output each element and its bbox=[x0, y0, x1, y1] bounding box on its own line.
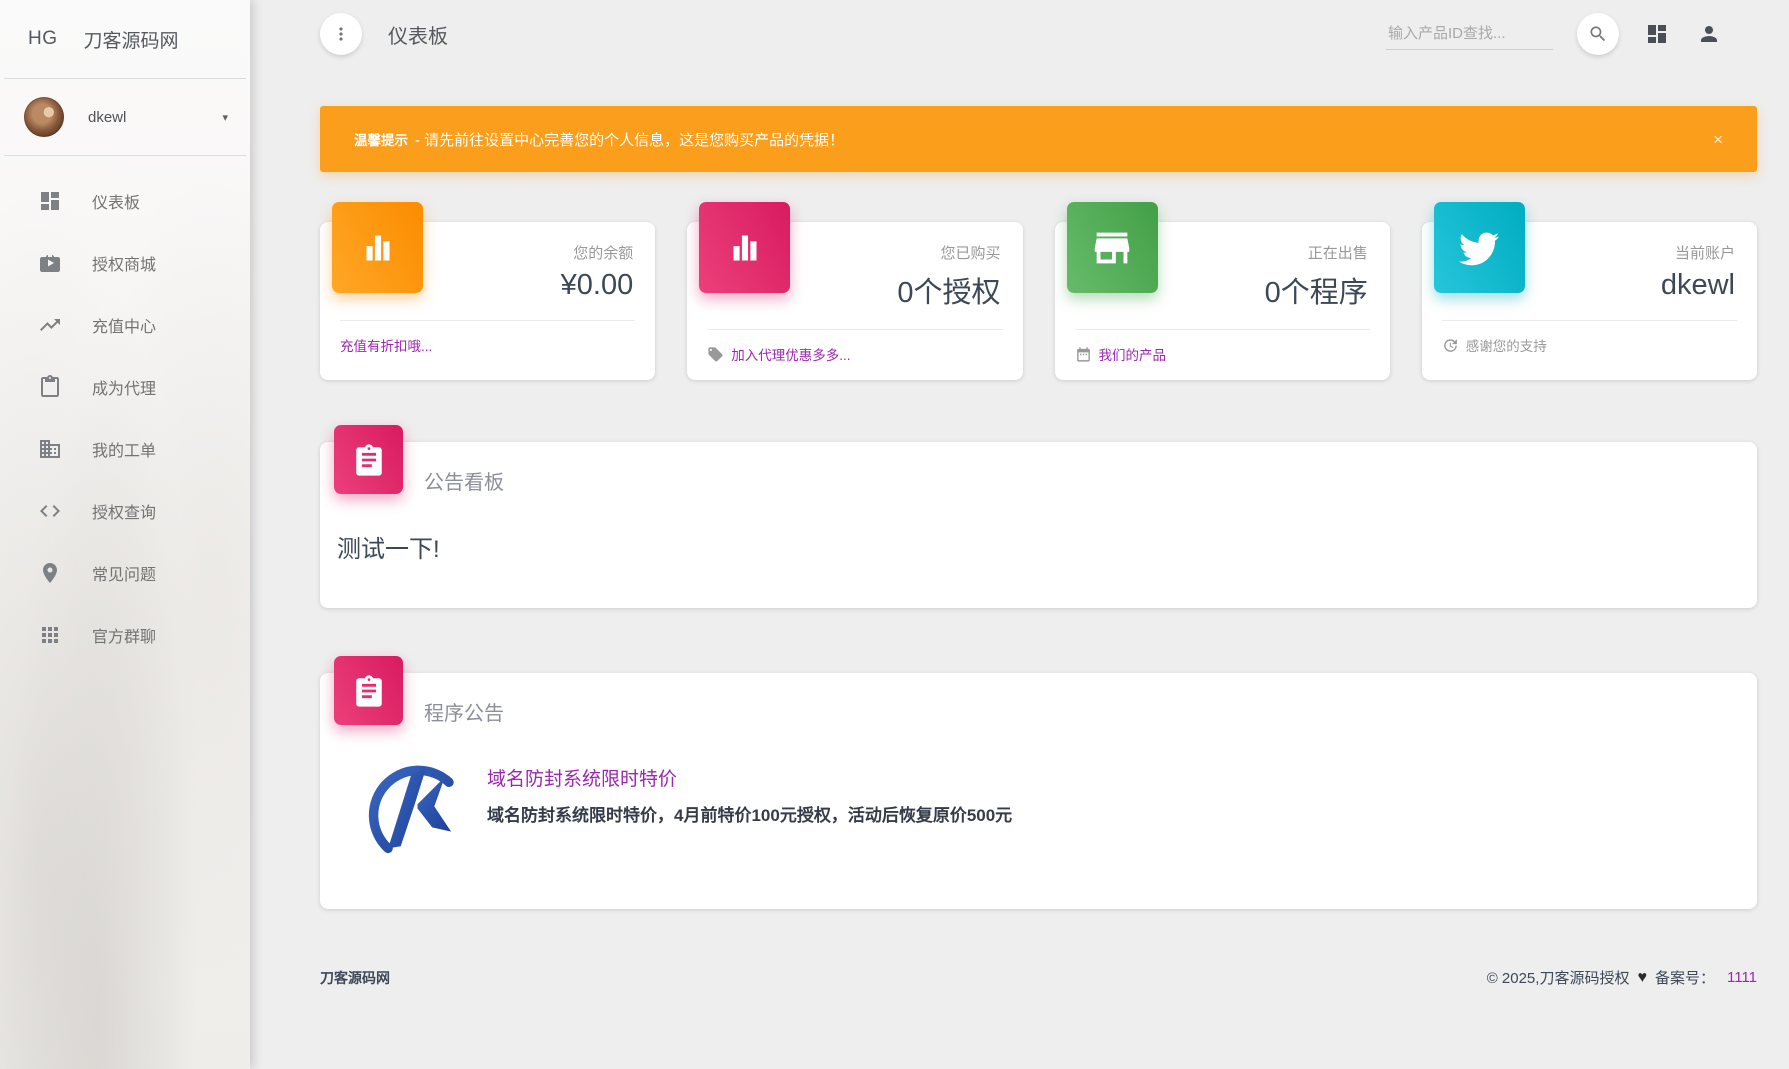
stat-card-selling: 正在出售 0个程序 我们的产品 bbox=[1055, 222, 1390, 380]
stat-footer-note: 感谢您的支持 bbox=[1422, 321, 1757, 371]
footer-copyright: © 2025,刀客源码授权 bbox=[1487, 967, 1630, 988]
page-footer: 刀客源码网 © 2025,刀客源码授权 ♥ 备案号： 1111 bbox=[320, 967, 1757, 1040]
sidebar-item-license-query[interactable]: 授权查询 bbox=[0, 480, 250, 542]
footer-right: © 2025,刀客源码授权 ♥ 备案号： 1111 bbox=[1487, 967, 1757, 988]
more-vert-icon bbox=[331, 24, 351, 44]
stat-cards-row: 您的余额 ¥0.00 充值有折扣哦... 您已购买 0个授权 加入代理优惠多多.… bbox=[320, 222, 1757, 380]
brand-logo-mini: HG bbox=[28, 28, 58, 50]
sidebar-item-recharge[interactable]: 充值中心 bbox=[0, 294, 250, 356]
user-name: dkewl bbox=[88, 109, 126, 126]
search-input[interactable] bbox=[1386, 18, 1553, 50]
stat-footer-link[interactable]: 加入代理优惠多多... bbox=[687, 330, 1022, 380]
user-menu[interactable]: dkewl ▾ bbox=[0, 79, 250, 155]
sidebar-item-tickets[interactable]: 我的工单 bbox=[0, 418, 250, 480]
pin-icon bbox=[38, 561, 62, 585]
search-button[interactable] bbox=[1577, 13, 1619, 55]
board-title: 公告看板 bbox=[424, 466, 504, 495]
stat-footer-text: 加入代理优惠多多... bbox=[731, 344, 850, 364]
stat-footer-link[interactable]: 充值有折扣哦... bbox=[320, 321, 655, 371]
sidebar-item-group-chat[interactable]: 官方群聊 bbox=[0, 604, 250, 666]
stat-icon-box bbox=[1067, 202, 1158, 293]
stat-card-balance: 您的余额 ¥0.00 充值有折扣哦... bbox=[320, 222, 655, 380]
store-icon bbox=[1089, 225, 1135, 271]
clipboard-icon bbox=[352, 443, 386, 477]
board-title: 程序公告 bbox=[424, 697, 504, 726]
alert-message: - 请先前往设置中心完善您的个人信息，这是您购买产品的凭据！ bbox=[415, 129, 844, 150]
alert-title: 温馨提示 bbox=[354, 129, 408, 149]
stat-footer-link[interactable]: 我们的产品 bbox=[1055, 330, 1390, 380]
program-notice-item: 域名防封系统限时特价 域名防封系统限时特价，4月前特价100元授权，活动后恢复原… bbox=[320, 726, 1757, 909]
program-item-desc: 域名防封系统限时特价，4月前特价100元授权，活动后恢复原价500元 bbox=[487, 801, 1012, 826]
stat-footer-text: 充值有折扣哦... bbox=[340, 335, 432, 355]
stat-icon-box bbox=[1434, 202, 1525, 293]
trending-up-icon bbox=[38, 313, 62, 337]
profile-button[interactable] bbox=[1695, 20, 1723, 48]
apps-icon bbox=[38, 623, 62, 647]
bar-chart-icon bbox=[355, 225, 401, 271]
search-icon bbox=[1588, 24, 1608, 44]
update-icon bbox=[1442, 337, 1459, 354]
dashboard-icon bbox=[1645, 22, 1669, 46]
sidebar-item-label: 官方群聊 bbox=[92, 623, 156, 647]
person-icon bbox=[1697, 22, 1721, 46]
sidebar-item-dashboard[interactable]: 仪表板 bbox=[0, 170, 250, 232]
tag-icon bbox=[707, 346, 724, 363]
close-icon: × bbox=[1713, 130, 1723, 149]
notice-board-card: 公告看板 测试一下! bbox=[320, 442, 1757, 608]
bar-chart-icon bbox=[722, 225, 768, 271]
sidebar-item-label: 我的工单 bbox=[92, 437, 156, 461]
sidebar-nav: 仪表板 授权商城 充值中心 成为代理 我的工单 授权查询 常见问题 官方群聊 bbox=[0, 156, 250, 666]
alert-close-button[interactable]: × bbox=[1713, 131, 1723, 148]
board-icon-box bbox=[334, 656, 403, 725]
avatar bbox=[24, 97, 64, 137]
code-icon bbox=[38, 499, 62, 523]
notice-board-body: 测试一下! bbox=[320, 495, 1757, 608]
board-icon-box bbox=[334, 425, 403, 494]
chevron-down-icon: ▾ bbox=[222, 111, 228, 124]
topbar: 仪表板 bbox=[320, 0, 1757, 68]
stat-icon-box bbox=[332, 202, 423, 293]
sidebar-item-label: 成为代理 bbox=[92, 375, 156, 399]
shop-icon bbox=[38, 251, 62, 275]
brand-logo[interactable]: HG 刀客源码网 bbox=[0, 0, 250, 78]
sidebar-item-label: 常见问题 bbox=[92, 561, 156, 585]
stat-icon-box bbox=[699, 202, 790, 293]
main-content: 仪表板 温馨提示 - 请先前往设置中心完善您的个人信息，这是您购买产品的凭据！ … bbox=[250, 0, 1789, 1040]
k-logo bbox=[365, 756, 470, 861]
stat-card-purchased: 您已购买 0个授权 加入代理优惠多多... bbox=[687, 222, 1022, 380]
heart-icon: ♥ bbox=[1637, 969, 1647, 987]
calendar-icon bbox=[1075, 346, 1092, 363]
clipboard-icon bbox=[38, 375, 62, 399]
sidebar-item-faq[interactable]: 常见问题 bbox=[0, 542, 250, 604]
sidebar-item-shop[interactable]: 授权商城 bbox=[0, 232, 250, 294]
sidebar-item-agent[interactable]: 成为代理 bbox=[0, 356, 250, 418]
dashboard-shortcut-button[interactable] bbox=[1643, 20, 1671, 48]
program-notice-card: 程序公告 域名防封系统限时特价 域名防封系统限时特价，4月前特价100元授权，活… bbox=[320, 673, 1757, 909]
board-header: 公告看板 bbox=[320, 442, 1757, 495]
program-item-title[interactable]: 域名防封系统限时特价 bbox=[487, 764, 1012, 791]
sidebar-item-label: 仪表板 bbox=[92, 189, 140, 213]
sidebar-item-label: 授权查询 bbox=[92, 499, 156, 523]
brand-logo-text: 刀客源码网 bbox=[84, 26, 179, 53]
more-button[interactable] bbox=[320, 13, 362, 55]
stat-footer-text: 我们的产品 bbox=[1099, 344, 1167, 364]
footer-icp-number[interactable]: 1111 bbox=[1727, 969, 1757, 986]
stat-footer-text: 感谢您的支持 bbox=[1466, 335, 1547, 355]
notice-alert: 温馨提示 - 请先前往设置中心完善您的个人信息，这是您购买产品的凭据！ × bbox=[320, 106, 1757, 172]
program-text: 域名防封系统限时特价 域名防封系统限时特价，4月前特价100元授权，活动后恢复原… bbox=[487, 756, 1012, 826]
stat-card-account: 当前账户 dkewl 感谢您的支持 bbox=[1422, 222, 1757, 380]
footer-brand: 刀客源码网 bbox=[320, 968, 390, 988]
sidebar: HG 刀客源码网 dkewl ▾ 仪表板 授权商城 充值中心 成为代理 我的工单 bbox=[0, 0, 250, 1069]
twitter-icon bbox=[1456, 225, 1502, 271]
sidebar-item-label: 授权商城 bbox=[92, 251, 156, 275]
page-title: 仪表板 bbox=[388, 20, 448, 49]
footer-icp-label: 备案号： bbox=[1655, 967, 1715, 988]
clipboard-icon bbox=[352, 674, 386, 708]
building-icon bbox=[38, 437, 62, 461]
sidebar-item-label: 充值中心 bbox=[92, 313, 156, 337]
board-header: 程序公告 bbox=[320, 673, 1757, 726]
dashboard-icon bbox=[38, 189, 62, 213]
